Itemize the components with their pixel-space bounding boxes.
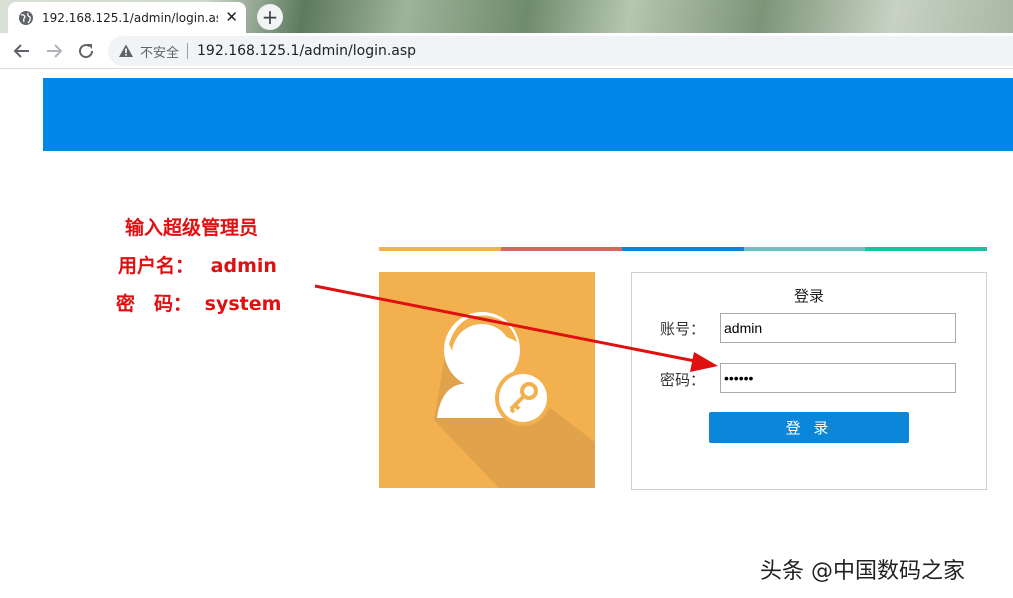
tab-title: 192.168.125.1/admin/login.asp: [42, 10, 218, 25]
tab-strip: 192.168.125.1/admin/login.asp ✕ +: [0, 0, 1013, 33]
user-key-icon: [434, 312, 595, 488]
password-input[interactable]: [720, 363, 956, 393]
url-text[interactable]: 192.168.125.1/admin/login.asp: [197, 43, 416, 59]
stripe-segment: [865, 247, 987, 251]
browser-tab[interactable]: 192.168.125.1/admin/login.asp ✕: [8, 2, 246, 33]
account-label: 账号：: [660, 320, 706, 338]
back-arrow-icon[interactable]: [12, 41, 32, 61]
forward-arrow-icon[interactable]: [44, 41, 64, 61]
close-tab-icon[interactable]: ✕: [225, 9, 238, 25]
address-bar[interactable]: 不安全 192.168.125.1/admin/login.asp: [108, 36, 1013, 66]
globe-icon: [19, 10, 33, 25]
new-tab-button[interactable]: +: [257, 4, 283, 30]
stripe-segment: [743, 247, 866, 251]
stripe-segment: [379, 247, 501, 251]
annotation-password-value: system: [204, 293, 282, 315]
password-label: 密码：: [660, 371, 706, 389]
annotation-line2: 用户名： admin: [118, 251, 277, 278]
security-status[interactable]: 不安全: [140, 42, 179, 61]
login-form: 登录 账号： 密码： 登 录: [631, 272, 987, 490]
stripe-segment: [500, 247, 623, 251]
warning-triangle-icon: [119, 44, 133, 57]
browser-toolbar: 不安全 192.168.125.1/admin/login.asp: [0, 33, 1013, 69]
annotation-username-value: admin: [210, 255, 277, 277]
stripe-segment: [622, 247, 744, 251]
annotation-username-label: 用户名：: [118, 255, 195, 277]
annotation-password-label: 密 码：: [116, 293, 193, 315]
address-divider: [187, 43, 189, 59]
annotation-line1: 输入超级管理员: [125, 217, 259, 239]
login-button[interactable]: 登 录: [709, 412, 909, 443]
reload-icon[interactable]: [76, 41, 96, 61]
watermark: 头条 @中国数码之家: [760, 559, 965, 584]
annotation-line3: 密 码： system: [116, 289, 281, 316]
account-input[interactable]: [720, 313, 956, 343]
color-stripe: [379, 247, 987, 251]
header-banner: [43, 78, 1013, 151]
login-title: 登录: [793, 287, 824, 305]
login-illustration: [379, 272, 595, 488]
